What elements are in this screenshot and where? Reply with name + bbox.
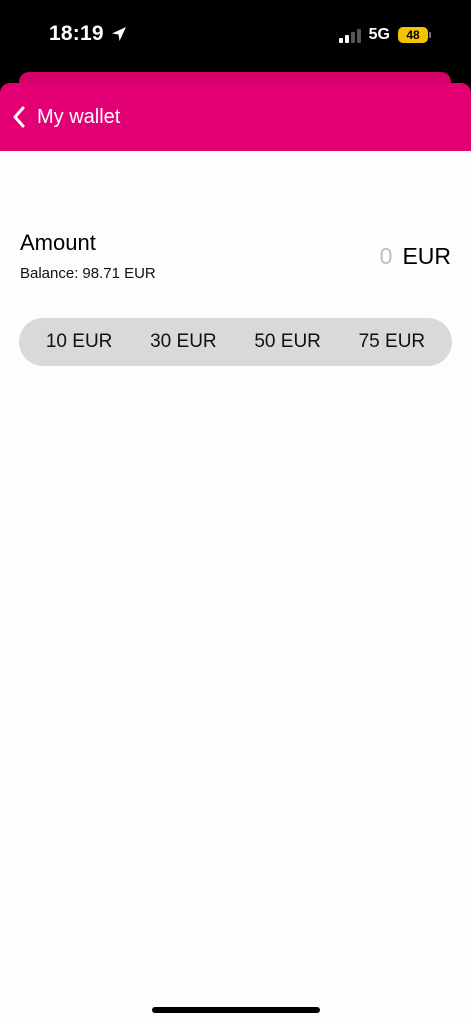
cellular-signal-icon xyxy=(338,27,361,43)
battery-icon: 48 xyxy=(398,27,431,43)
network-type: 5G xyxy=(368,26,390,43)
page-title: My wallet xyxy=(37,105,121,128)
chevron-left-icon xyxy=(13,106,25,128)
status-time-group: 18:19 xyxy=(49,22,128,46)
balance-label: Balance: xyxy=(20,265,79,282)
amount-presets: 10 EUR 30 EUR 50 EUR 75 EUR xyxy=(19,318,452,366)
amount-value[interactable]: 0 xyxy=(380,243,393,270)
status-indicators: 5G 48 xyxy=(338,26,431,44)
preset-75-eur[interactable]: 75 EUR xyxy=(355,325,430,359)
preset-50-eur[interactable]: 50 EUR xyxy=(250,325,325,359)
preset-30-eur[interactable]: 30 EUR xyxy=(146,325,221,359)
nav-header: My wallet xyxy=(0,83,471,151)
balance-value: 98.71 EUR xyxy=(82,265,156,282)
amount-currency: EUR xyxy=(402,243,451,269)
amount-input[interactable]: 0 EUR xyxy=(380,243,451,270)
back-button[interactable]: My wallet xyxy=(10,97,120,137)
status-time: 18:19 xyxy=(49,22,104,45)
status-bar: 18:19 5G 48 xyxy=(0,0,471,72)
home-indicator[interactable] xyxy=(152,1007,320,1013)
balance-text: Balance: 98.71 EUR xyxy=(20,265,156,282)
battery-level: 48 xyxy=(398,27,428,43)
amount-label: Amount xyxy=(20,230,96,255)
screen: 18:19 5G 48 My wallet Amount Balance: 98… xyxy=(0,0,471,1024)
location-arrow-icon xyxy=(111,27,126,41)
preset-10-eur[interactable]: 10 EUR xyxy=(42,325,117,359)
main-content: Amount Balance: 98.71 EUR 0 EUR 10 EUR 3… xyxy=(0,151,471,1024)
